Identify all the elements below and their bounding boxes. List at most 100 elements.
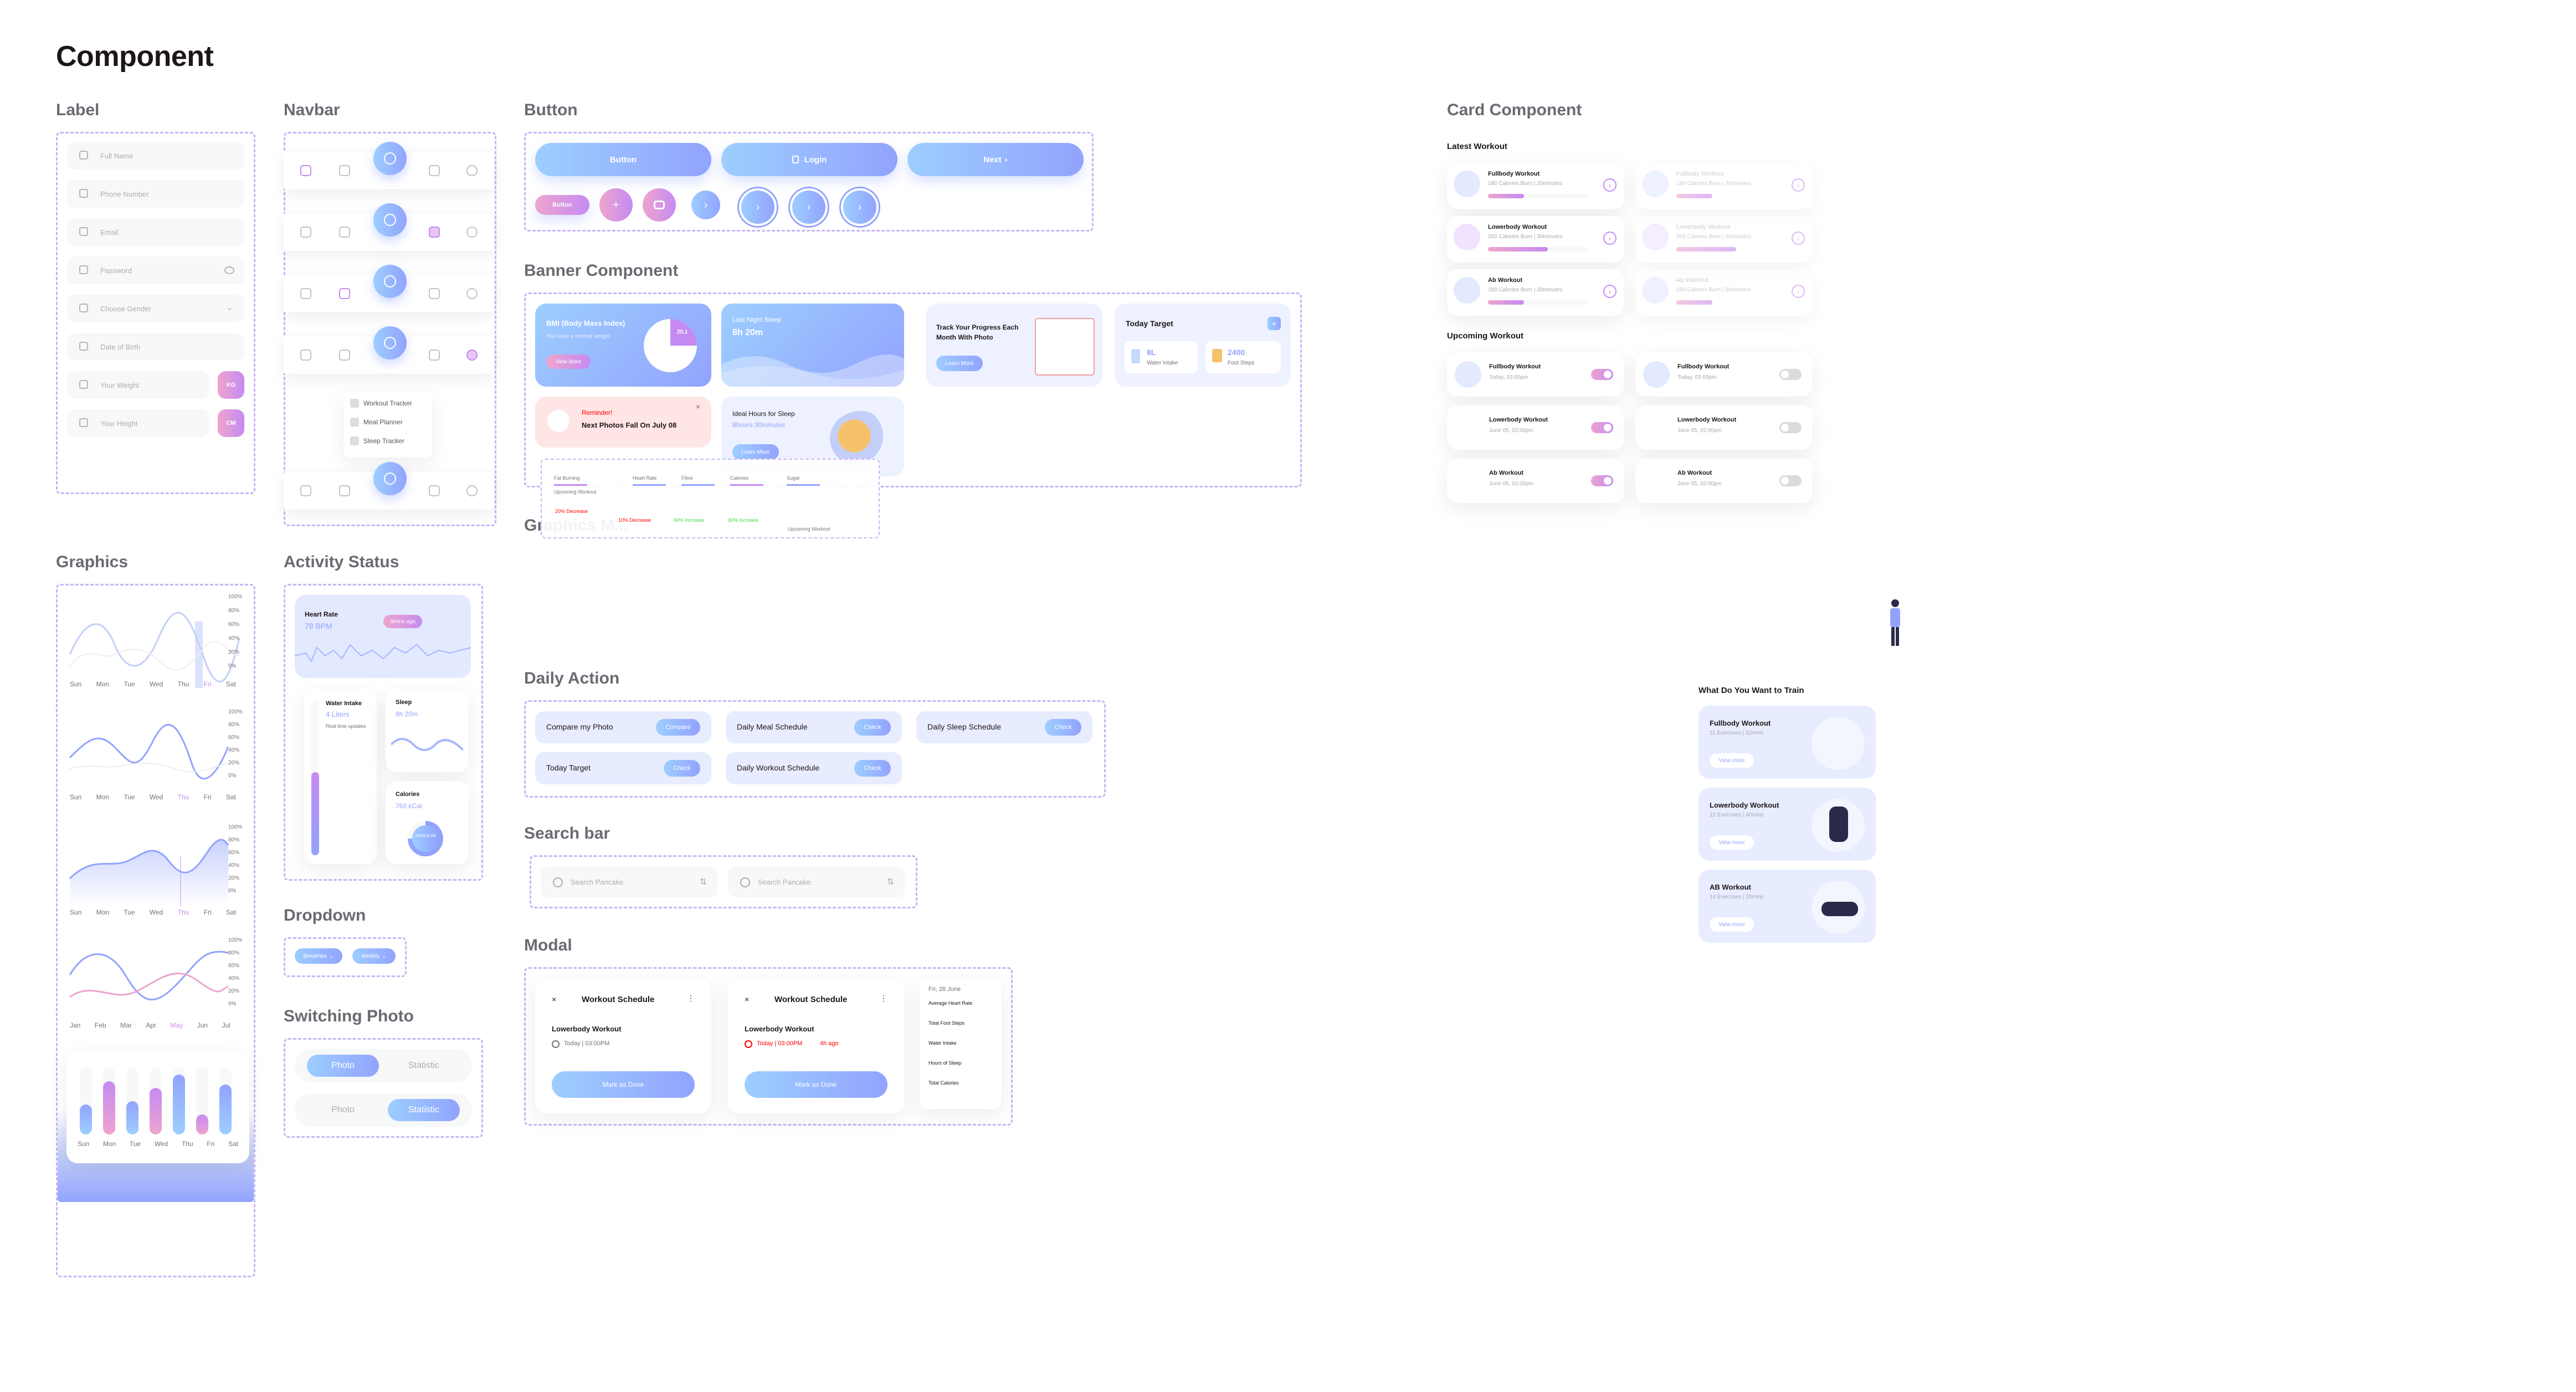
add-target-button[interactable]: + <box>1268 317 1281 330</box>
full-name-field[interactable]: Full Name <box>67 142 244 169</box>
home-icon[interactable] <box>300 227 311 238</box>
small-button[interactable]: Button <box>535 195 589 215</box>
profile-icon[interactable] <box>466 350 478 361</box>
bar[interactable] <box>80 1105 92 1134</box>
upcoming-workout-card[interactable]: Lowerbody Workout June 05, 02:00pm <box>1447 405 1624 450</box>
camera-icon[interactable] <box>429 485 440 496</box>
weight-unit-badge[interactable]: KG <box>218 371 244 399</box>
close-icon[interactable]: × <box>552 995 556 1004</box>
filter-icon[interactable]: ⇅ <box>700 876 707 887</box>
password-field[interactable]: Password <box>67 256 244 284</box>
weight-field[interactable]: Your Weight <box>67 371 209 399</box>
filter-icon[interactable]: ⇅ <box>887 876 894 887</box>
upcoming-workout-card[interactable]: Fullbody Workout Today, 03:00pm <box>1635 352 1813 397</box>
height-field[interactable]: Your Height <box>67 409 209 437</box>
more-icon[interactable]: ⋮ <box>880 994 887 1003</box>
arrow-button-small[interactable]: › <box>691 191 720 219</box>
bar[interactable] <box>196 1114 208 1134</box>
mark-as-done-button[interactable]: Mark as Done <box>745 1071 887 1098</box>
home-icon[interactable] <box>300 350 311 361</box>
menu-item-meal-planner[interactable]: Meal Planner <box>350 418 403 427</box>
bar[interactable] <box>150 1088 162 1134</box>
arrow-button-ring-3[interactable]: › <box>841 188 879 226</box>
camera-icon[interactable] <box>429 288 440 299</box>
latest-workout-card-faded[interactable]: Fullbody Workout 180 Calories Burn | 20m… <box>1635 163 1813 209</box>
chevron-right-icon[interactable]: › <box>1792 232 1805 245</box>
train-card[interactable]: Lowerbody Workout 12 Exercises | 40mins … <box>1698 788 1876 861</box>
chevron-right-icon[interactable]: › <box>1603 285 1617 298</box>
latest-workout-card-faded[interactable]: Ab Workout 180 Calories Burn | 20minutes… <box>1635 269 1813 316</box>
statistic-tab[interactable]: Statistic <box>388 1055 460 1077</box>
profile-icon[interactable] <box>466 227 478 238</box>
train-card[interactable]: Fullbody Workout 11 Exercises | 32mins V… <box>1698 706 1876 779</box>
compare-button[interactable]: Compare <box>656 719 700 736</box>
daily-action-row[interactable]: Daily Sleep Schedule Check <box>916 711 1092 743</box>
add-button[interactable]: + <box>599 188 633 222</box>
arrow-button-ring-2[interactable]: › <box>790 188 828 226</box>
daily-action-row[interactable]: Today Target Check <box>535 752 711 784</box>
arrow-button-ring-1[interactable]: › <box>739 188 777 226</box>
search-input[interactable]: Search Pancake ⇅ <box>541 866 718 897</box>
profile-icon[interactable] <box>466 165 478 176</box>
upcoming-workout-card[interactable]: Lowerbody Workout June 05, 02:00pm <box>1635 405 1813 450</box>
search-fab[interactable] <box>373 462 407 495</box>
weekly-dropdown[interactable]: Weekly ⌄ <box>352 948 396 964</box>
photo-tab[interactable]: Photo <box>307 1099 379 1121</box>
search-input[interactable]: Search Pancake ⇅ <box>728 866 905 897</box>
chevron-right-icon[interactable]: › <box>1792 178 1805 192</box>
menu-item-workout-tracker[interactable]: Workout Tracker <box>350 399 412 408</box>
notification-toggle-off[interactable] <box>1779 369 1802 380</box>
height-unit-badge[interactable]: CM <box>218 409 244 437</box>
notification-toggle-on[interactable] <box>1591 475 1613 486</box>
bar[interactable] <box>173 1075 185 1134</box>
activity-icon[interactable] <box>339 288 350 299</box>
home-icon[interactable] <box>300 485 311 496</box>
chevron-right-icon[interactable]: › <box>1792 285 1805 298</box>
ideal-learn-more-button[interactable]: Learn More <box>732 444 779 460</box>
bmi-view-more-button[interactable]: View More <box>546 355 591 369</box>
activity-icon[interactable] <box>339 350 350 361</box>
search-fab[interactable] <box>373 203 407 237</box>
primary-button[interactable]: Button <box>535 143 711 176</box>
camera-icon[interactable] <box>429 165 440 176</box>
check-button[interactable]: Check <box>854 719 891 736</box>
latest-workout-card[interactable]: Lowerbody Workout 200 Calories Burn | 30… <box>1447 216 1624 263</box>
camera-button[interactable] <box>643 188 676 222</box>
notification-toggle-off[interactable] <box>1779 422 1802 433</box>
search-fab[interactable] <box>373 265 407 298</box>
bar[interactable] <box>219 1085 232 1134</box>
activity-icon[interactable] <box>339 165 350 176</box>
phone-number-field[interactable]: Phone Number <box>67 180 244 208</box>
menu-item-sleep-tracker[interactable]: Sleep Tracker <box>350 436 404 445</box>
breakfast-dropdown[interactable]: Breakfast ⌄ <box>295 948 342 964</box>
train-card[interactable]: AB Workout 14 Exercises | 20mins View mo… <box>1698 870 1876 943</box>
gender-select[interactable]: Choose Gender ⌄ <box>67 295 244 322</box>
date-of-birth-field[interactable]: Date of Birth <box>67 333 244 361</box>
profile-icon[interactable] <box>466 288 478 299</box>
view-more-button[interactable]: View more <box>1710 917 1754 932</box>
latest-workout-card-faded[interactable]: Lowerbody Workout 200 Calories Burn | 30… <box>1635 216 1813 263</box>
camera-icon[interactable] <box>429 350 440 361</box>
close-icon[interactable]: × <box>745 995 749 1004</box>
upcoming-workout-card[interactable]: Ab Workout June 05, 02:00pm <box>1447 459 1624 503</box>
photo-tab[interactable]: Photo <box>307 1055 379 1077</box>
chevron-right-icon[interactable]: › <box>1603 178 1617 192</box>
latest-workout-card[interactable]: Fullbody Workout 180 Calories Burn | 20m… <box>1447 163 1624 209</box>
search-fab[interactable] <box>373 326 407 359</box>
check-button[interactable]: Check <box>664 760 700 777</box>
home-icon[interactable] <box>300 288 311 299</box>
chevron-right-icon[interactable]: › <box>1603 232 1617 245</box>
latest-workout-card[interactable]: Ab Workout 180 Calories Burn | 20minutes… <box>1447 269 1624 316</box>
notification-toggle-off[interactable] <box>1779 475 1802 486</box>
check-button[interactable]: Check <box>1045 719 1081 736</box>
activity-icon[interactable] <box>339 227 350 238</box>
email-field[interactable]: Email <box>67 218 244 246</box>
daily-action-row[interactable]: Daily Meal Schedule Check <box>726 711 902 743</box>
activity-icon[interactable] <box>339 485 350 496</box>
more-icon[interactable]: ⋮ <box>687 994 695 1003</box>
upcoming-workout-card[interactable]: Ab Workout June 05, 02:00pm <box>1635 459 1813 503</box>
daily-action-row[interactable]: Compare my Photo Compare <box>535 711 711 743</box>
daily-action-row[interactable]: Daily Workout Schedule Check <box>726 752 902 784</box>
close-icon[interactable]: × <box>696 402 700 411</box>
home-icon[interactable] <box>300 165 311 176</box>
